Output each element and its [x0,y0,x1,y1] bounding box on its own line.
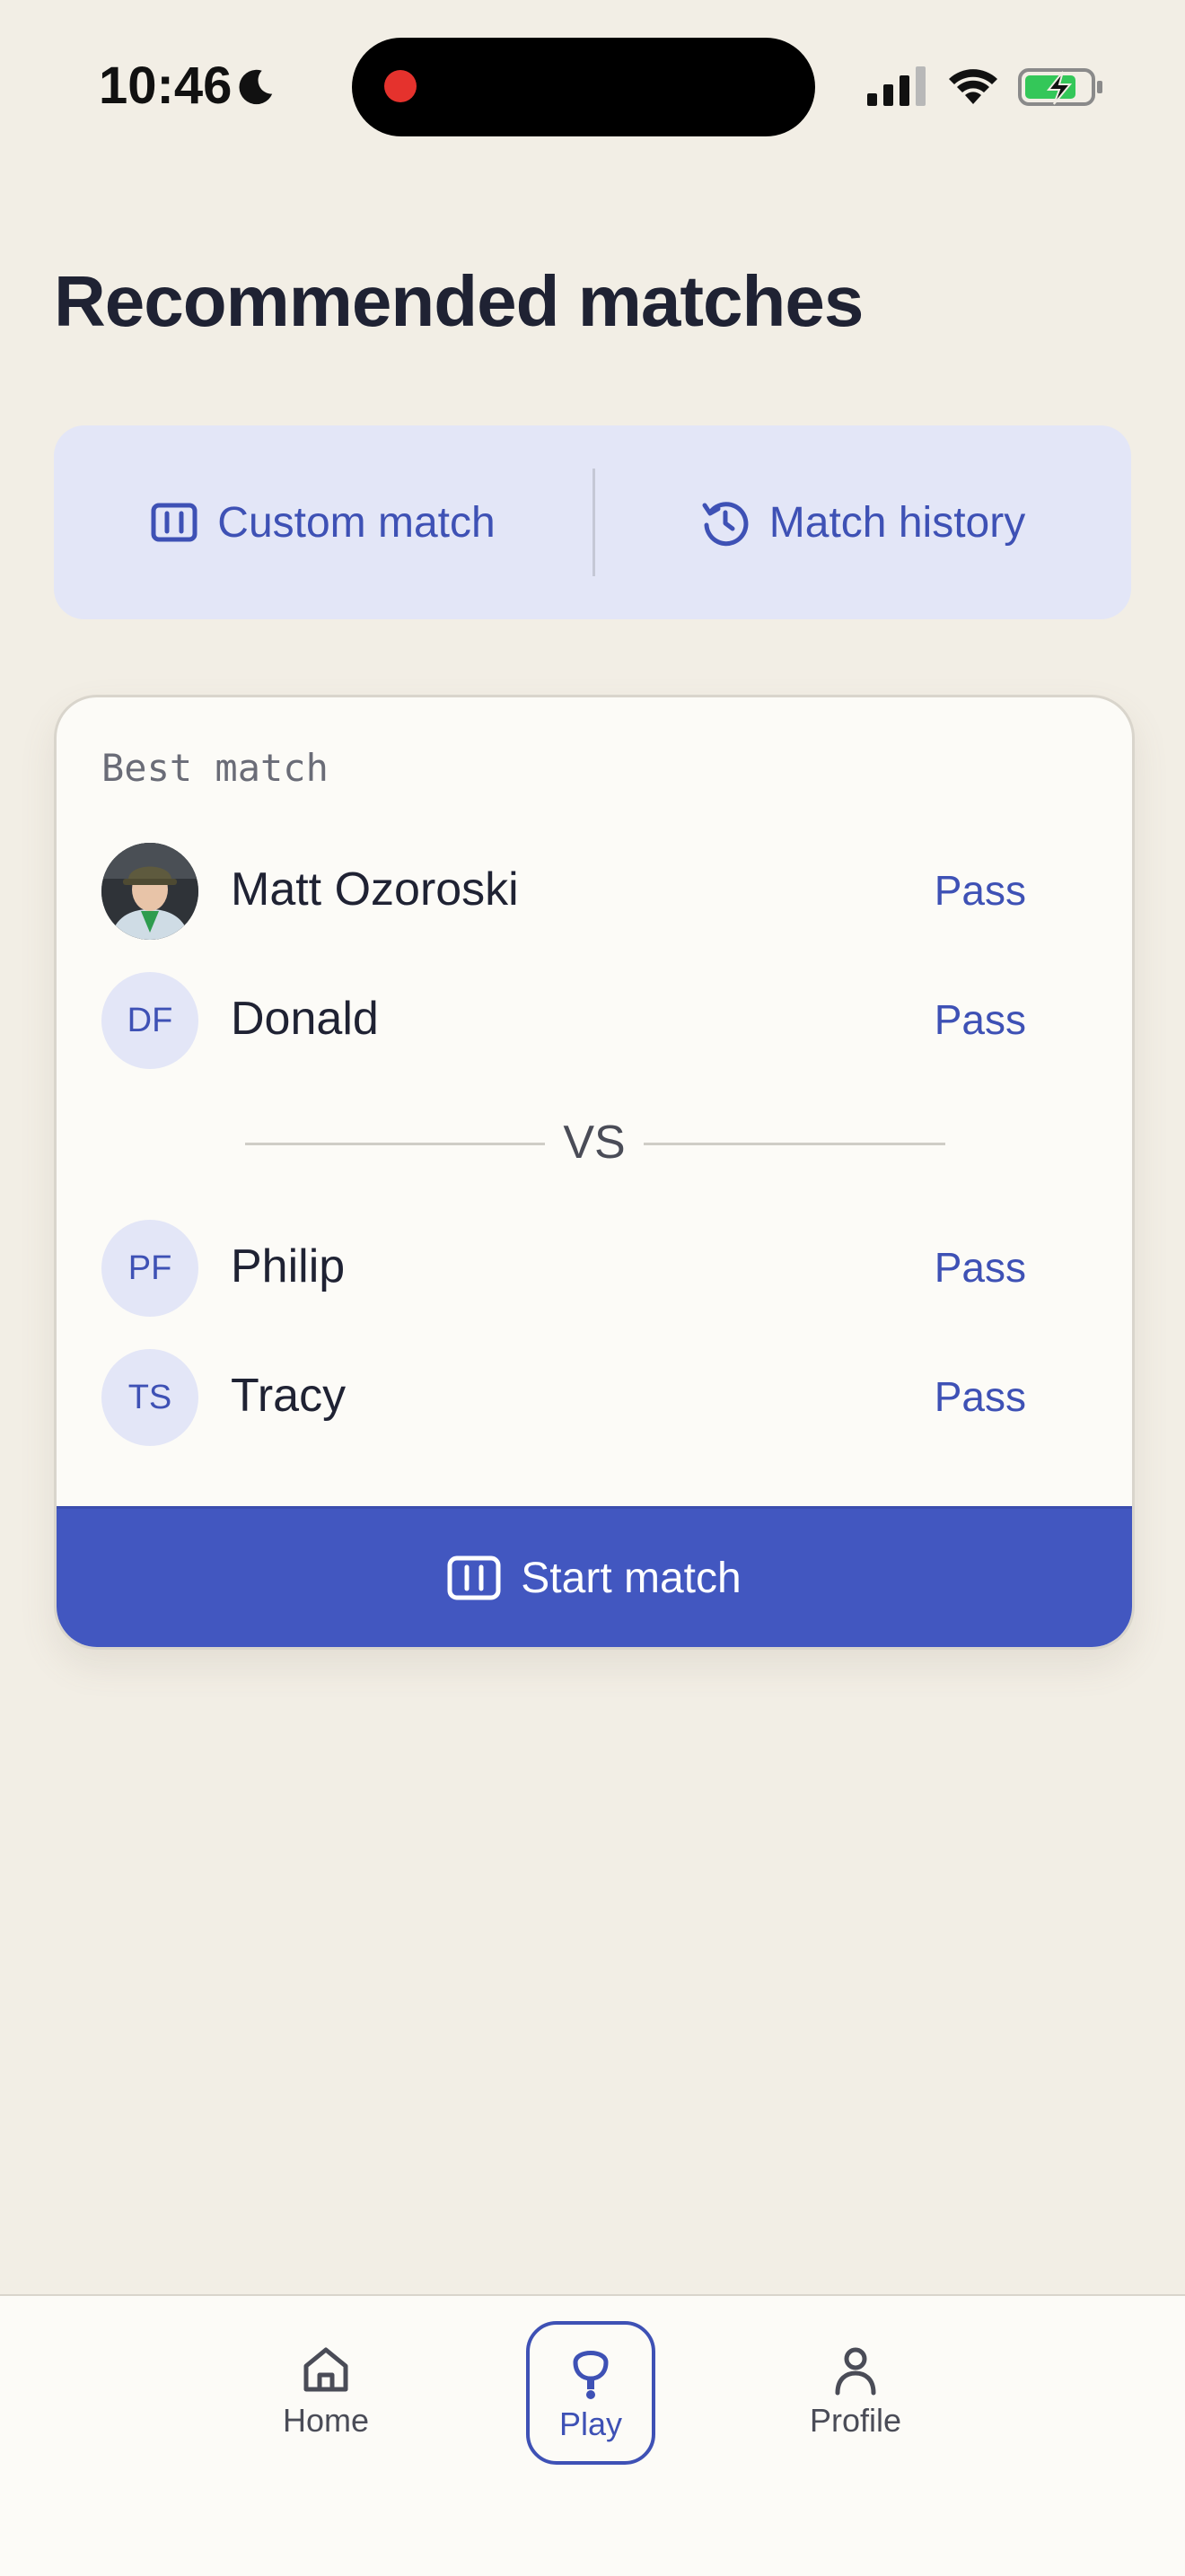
pass-button[interactable]: Pass [935,995,1026,1044]
wifi-icon [949,69,997,104]
avatar: PF [101,1220,198,1317]
start-match-label: Start match [521,1554,742,1602]
best-match-card: Best match Matt Ozoroski Pass DF Donald … [54,695,1135,1650]
paddle-icon [573,2351,609,2399]
player-name: Donald [231,993,379,1045]
avatar: TS [101,1349,198,1446]
player-name: Philip [231,1240,346,1292]
tab-home-label: Home [282,2402,370,2439]
player-row: PF Philip Pass [101,1220,1089,1317]
player-name: Tracy [231,1370,347,1422]
player-row: TS Tracy Pass [101,1349,1089,1446]
vs-label: VS [563,1117,626,1169]
history-icon [702,502,749,547]
player-row: Matt Ozoroski Pass [101,843,1089,940]
moon-icon [239,69,273,105]
home-icon [303,2347,348,2392]
battery-charging-icon [1018,68,1102,106]
card-label: Best match [101,746,329,790]
pass-button[interactable]: Pass [935,1243,1026,1292]
tab-play[interactable]: Play [526,2321,655,2465]
person-icon [835,2347,876,2396]
player-name: Matt Ozoroski [231,863,519,916]
pass-button[interactable]: Pass [935,866,1026,915]
status-time: 10:46 [99,57,233,115]
tab-bar: Home Play Profile [0,2294,1185,2576]
avatar [101,843,198,940]
status-bar: 10:46 [0,0,1185,171]
avatar: DF [101,972,198,1069]
custom-match-button[interactable]: Custom match [54,425,592,619]
vs-separator: VS [245,1116,945,1170]
tab-play-label: Play [558,2405,623,2442]
divider [644,1143,945,1145]
match-history-button[interactable]: Match history [595,425,1131,619]
player-row: DF Donald Pass [101,972,1089,1069]
custom-match-label: Custom match [217,498,496,547]
court-icon [151,503,198,542]
court-icon [447,1555,501,1600]
match-actions-bar: Custom match Match history [54,425,1131,619]
tab-profile[interactable]: Profile [792,2321,919,2461]
divider [245,1143,545,1145]
match-history-label: Match history [768,498,1026,547]
pass-button[interactable]: Pass [935,1372,1026,1421]
tab-home[interactable]: Home [262,2321,390,2461]
tab-profile-label: Profile [809,2402,902,2439]
start-match-button[interactable]: Start match [57,1506,1132,1647]
signal-icon [867,66,926,106]
avatar-photo [101,843,198,940]
recording-dot [384,70,417,102]
page-title: Recommended matches [54,261,864,341]
dynamic-island [352,38,815,136]
